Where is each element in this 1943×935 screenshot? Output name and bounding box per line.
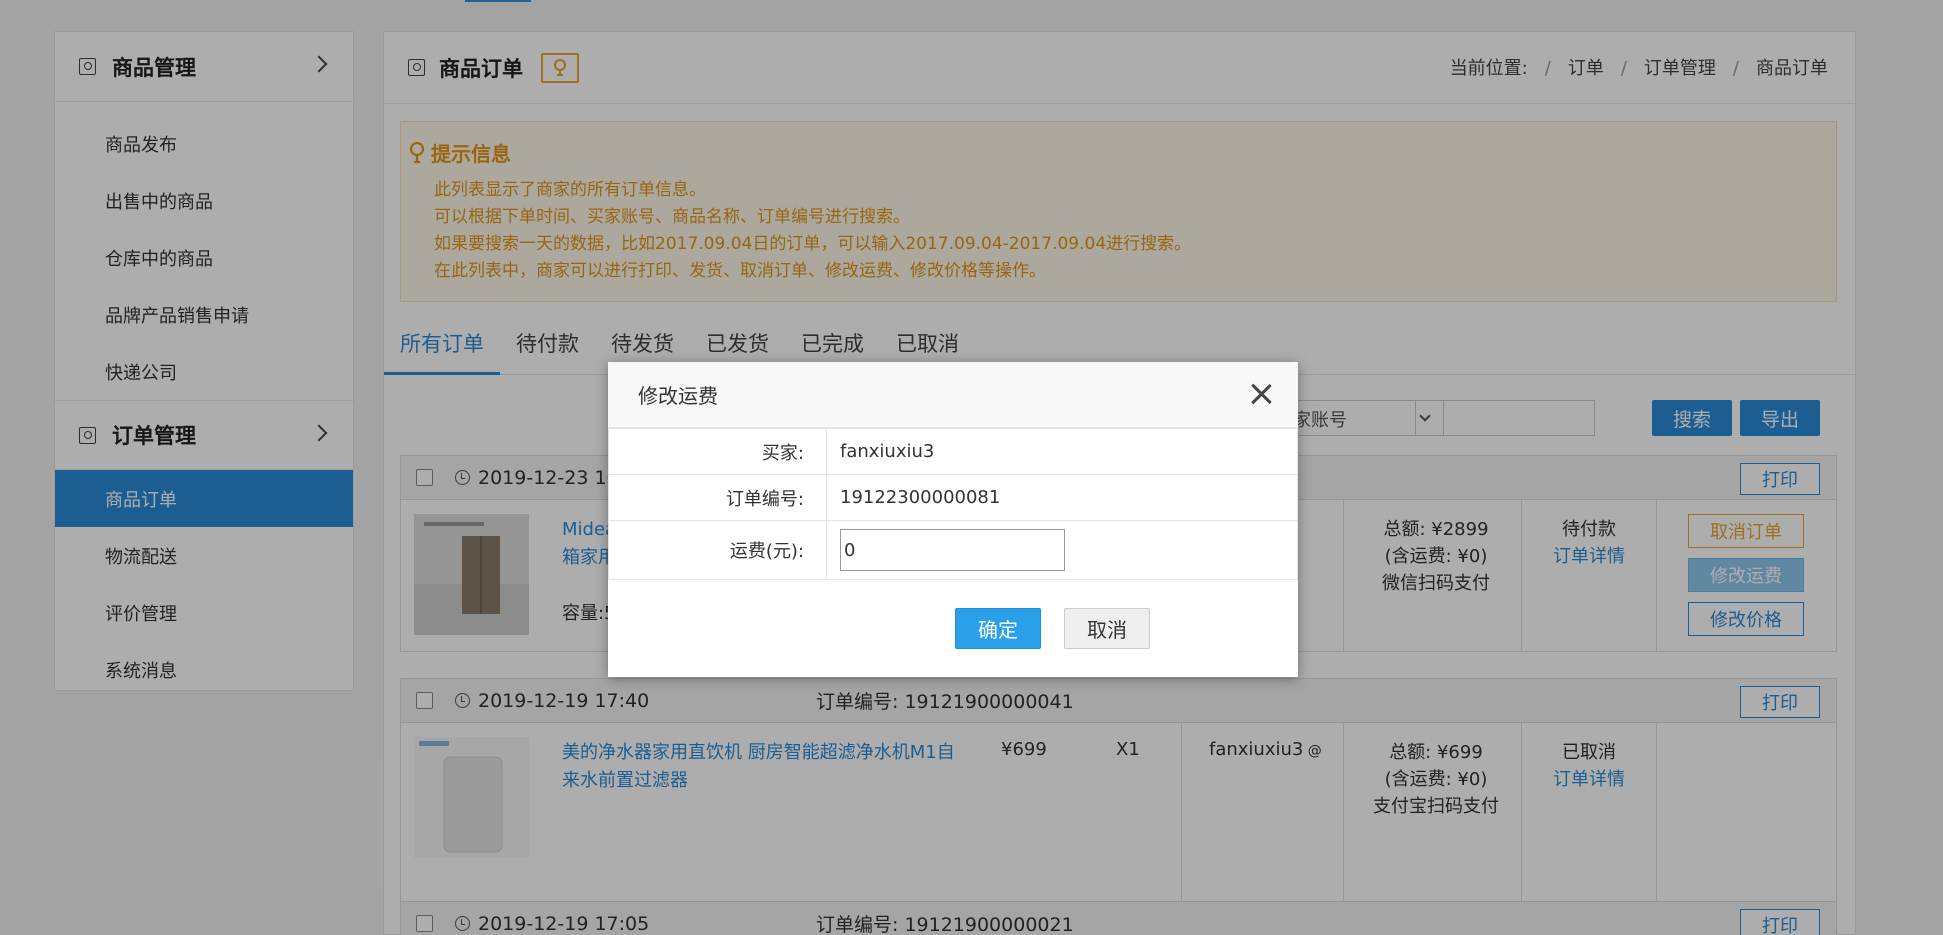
order-number-value: 19122300000081 — [826, 474, 1298, 521]
order-number-label: 订单编号: — [608, 474, 827, 521]
modal-title: 修改运费 — [638, 384, 718, 408]
freight-modal: 修改运费 买家: fanxiuxiu3 订单编号: 19122300000081… — [608, 362, 1298, 677]
buyer-label: 买家: — [608, 428, 827, 475]
freight-label: 运费(元): — [608, 520, 827, 580]
confirm-button[interactable]: 确定 — [955, 608, 1041, 649]
cancel-button[interactable]: 取消 — [1064, 608, 1150, 649]
buyer-value: fanxiuxiu3 — [826, 428, 1298, 475]
modal-header: 修改运费 — [608, 362, 1298, 428]
freight-form: 买家: fanxiuxiu3 订单编号: 19122300000081 运费(元… — [608, 428, 1298, 580]
freight-input[interactable]: 0 — [840, 529, 1065, 571]
close-icon[interactable] — [1250, 383, 1272, 405]
